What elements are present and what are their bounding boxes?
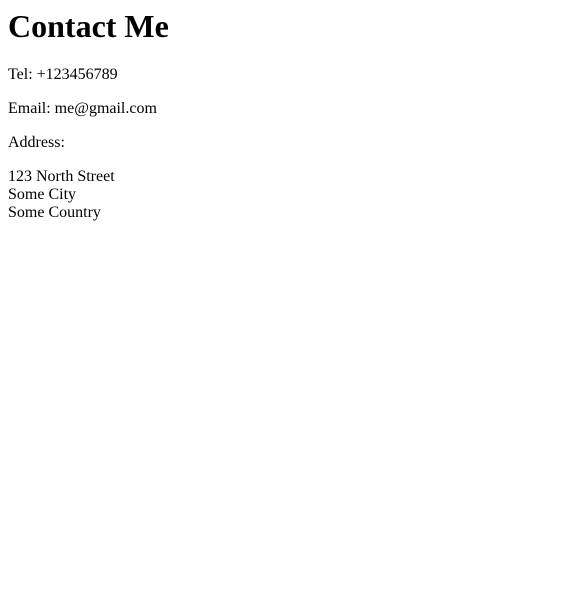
address-city: Some City bbox=[8, 186, 77, 203]
email-text: Email: me@gmail.com bbox=[8, 100, 157, 117]
telephone-text: Tel: +123456789 bbox=[8, 66, 118, 83]
address-country: Some Country bbox=[8, 204, 101, 221]
address-block: 123 North Street Some City Some Country bbox=[8, 168, 566, 222]
page-content: Contact Me Tel: +123456789 Email: me@gma… bbox=[0, 0, 574, 604]
page-title: Contact Me bbox=[8, 8, 169, 44]
address-street: 123 North Street bbox=[8, 168, 115, 185]
address-label: Address: bbox=[8, 134, 65, 151]
